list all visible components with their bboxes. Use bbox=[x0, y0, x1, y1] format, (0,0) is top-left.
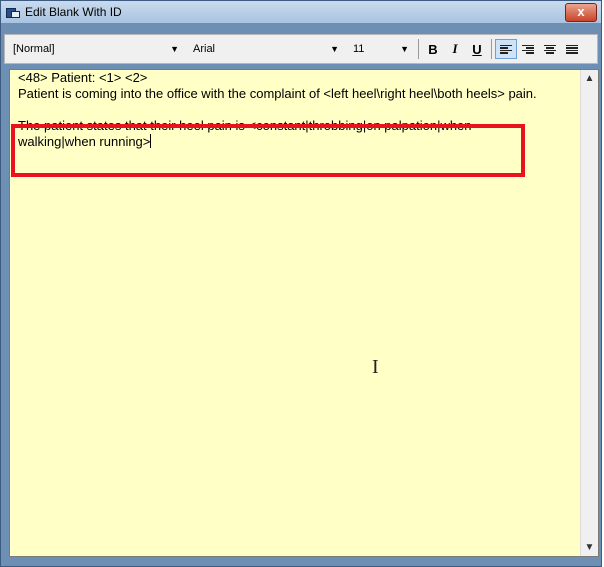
toolbar-divider bbox=[418, 39, 419, 59]
font-select-value: Arial bbox=[193, 43, 216, 55]
align-center-icon bbox=[544, 44, 556, 54]
format-toolbar: [Normal] ▼ Arial ▼ 11 ▼ B I U bbox=[4, 34, 598, 64]
chevron-down-icon: ▼ bbox=[400, 44, 409, 54]
chevron-down-icon: ▼ bbox=[170, 44, 179, 54]
align-left-icon bbox=[500, 44, 512, 54]
vertical-scrollbar[interactable]: ▲ ▼ bbox=[580, 70, 598, 556]
editor-line: Patient is coming into the office with t… bbox=[18, 86, 537, 101]
style-select[interactable]: [Normal] ▼ bbox=[5, 39, 185, 59]
align-justify-button[interactable] bbox=[561, 39, 583, 59]
title-bar[interactable]: Edit Blank With ID x bbox=[1, 1, 601, 23]
chevron-down-icon: ▼ bbox=[330, 44, 339, 54]
dialog-window: Edit Blank With ID x [Normal] ▼ Arial ▼ … bbox=[0, 0, 602, 567]
align-right-button[interactable] bbox=[517, 39, 539, 59]
align-right-icon bbox=[522, 44, 534, 54]
ibeam-cursor-icon: I bbox=[372, 356, 379, 378]
app-icon bbox=[6, 6, 20, 18]
underline-button[interactable]: U bbox=[466, 39, 488, 59]
red-highlight-box bbox=[11, 124, 525, 177]
window-title: Edit Blank With ID bbox=[25, 5, 122, 19]
font-size-select[interactable]: 11 ▼ bbox=[345, 39, 415, 59]
align-left-button[interactable] bbox=[495, 39, 517, 59]
bold-button[interactable]: B bbox=[422, 39, 444, 59]
align-center-button[interactable] bbox=[539, 39, 561, 59]
style-select-value: [Normal] bbox=[13, 43, 55, 55]
font-select[interactable]: Arial ▼ bbox=[185, 39, 345, 59]
font-size-value: 11 bbox=[353, 43, 365, 55]
italic-button[interactable]: I bbox=[444, 39, 466, 59]
scroll-up-icon[interactable]: ▲ bbox=[581, 70, 598, 87]
close-button[interactable]: x bbox=[565, 3, 597, 22]
toolbar-divider bbox=[491, 39, 492, 59]
editor-line: <48> Patient: <1> <2> bbox=[18, 70, 148, 85]
scroll-down-icon[interactable]: ▼ bbox=[581, 539, 598, 556]
editor-blank-line bbox=[18, 102, 583, 118]
align-justify-icon bbox=[566, 44, 578, 54]
